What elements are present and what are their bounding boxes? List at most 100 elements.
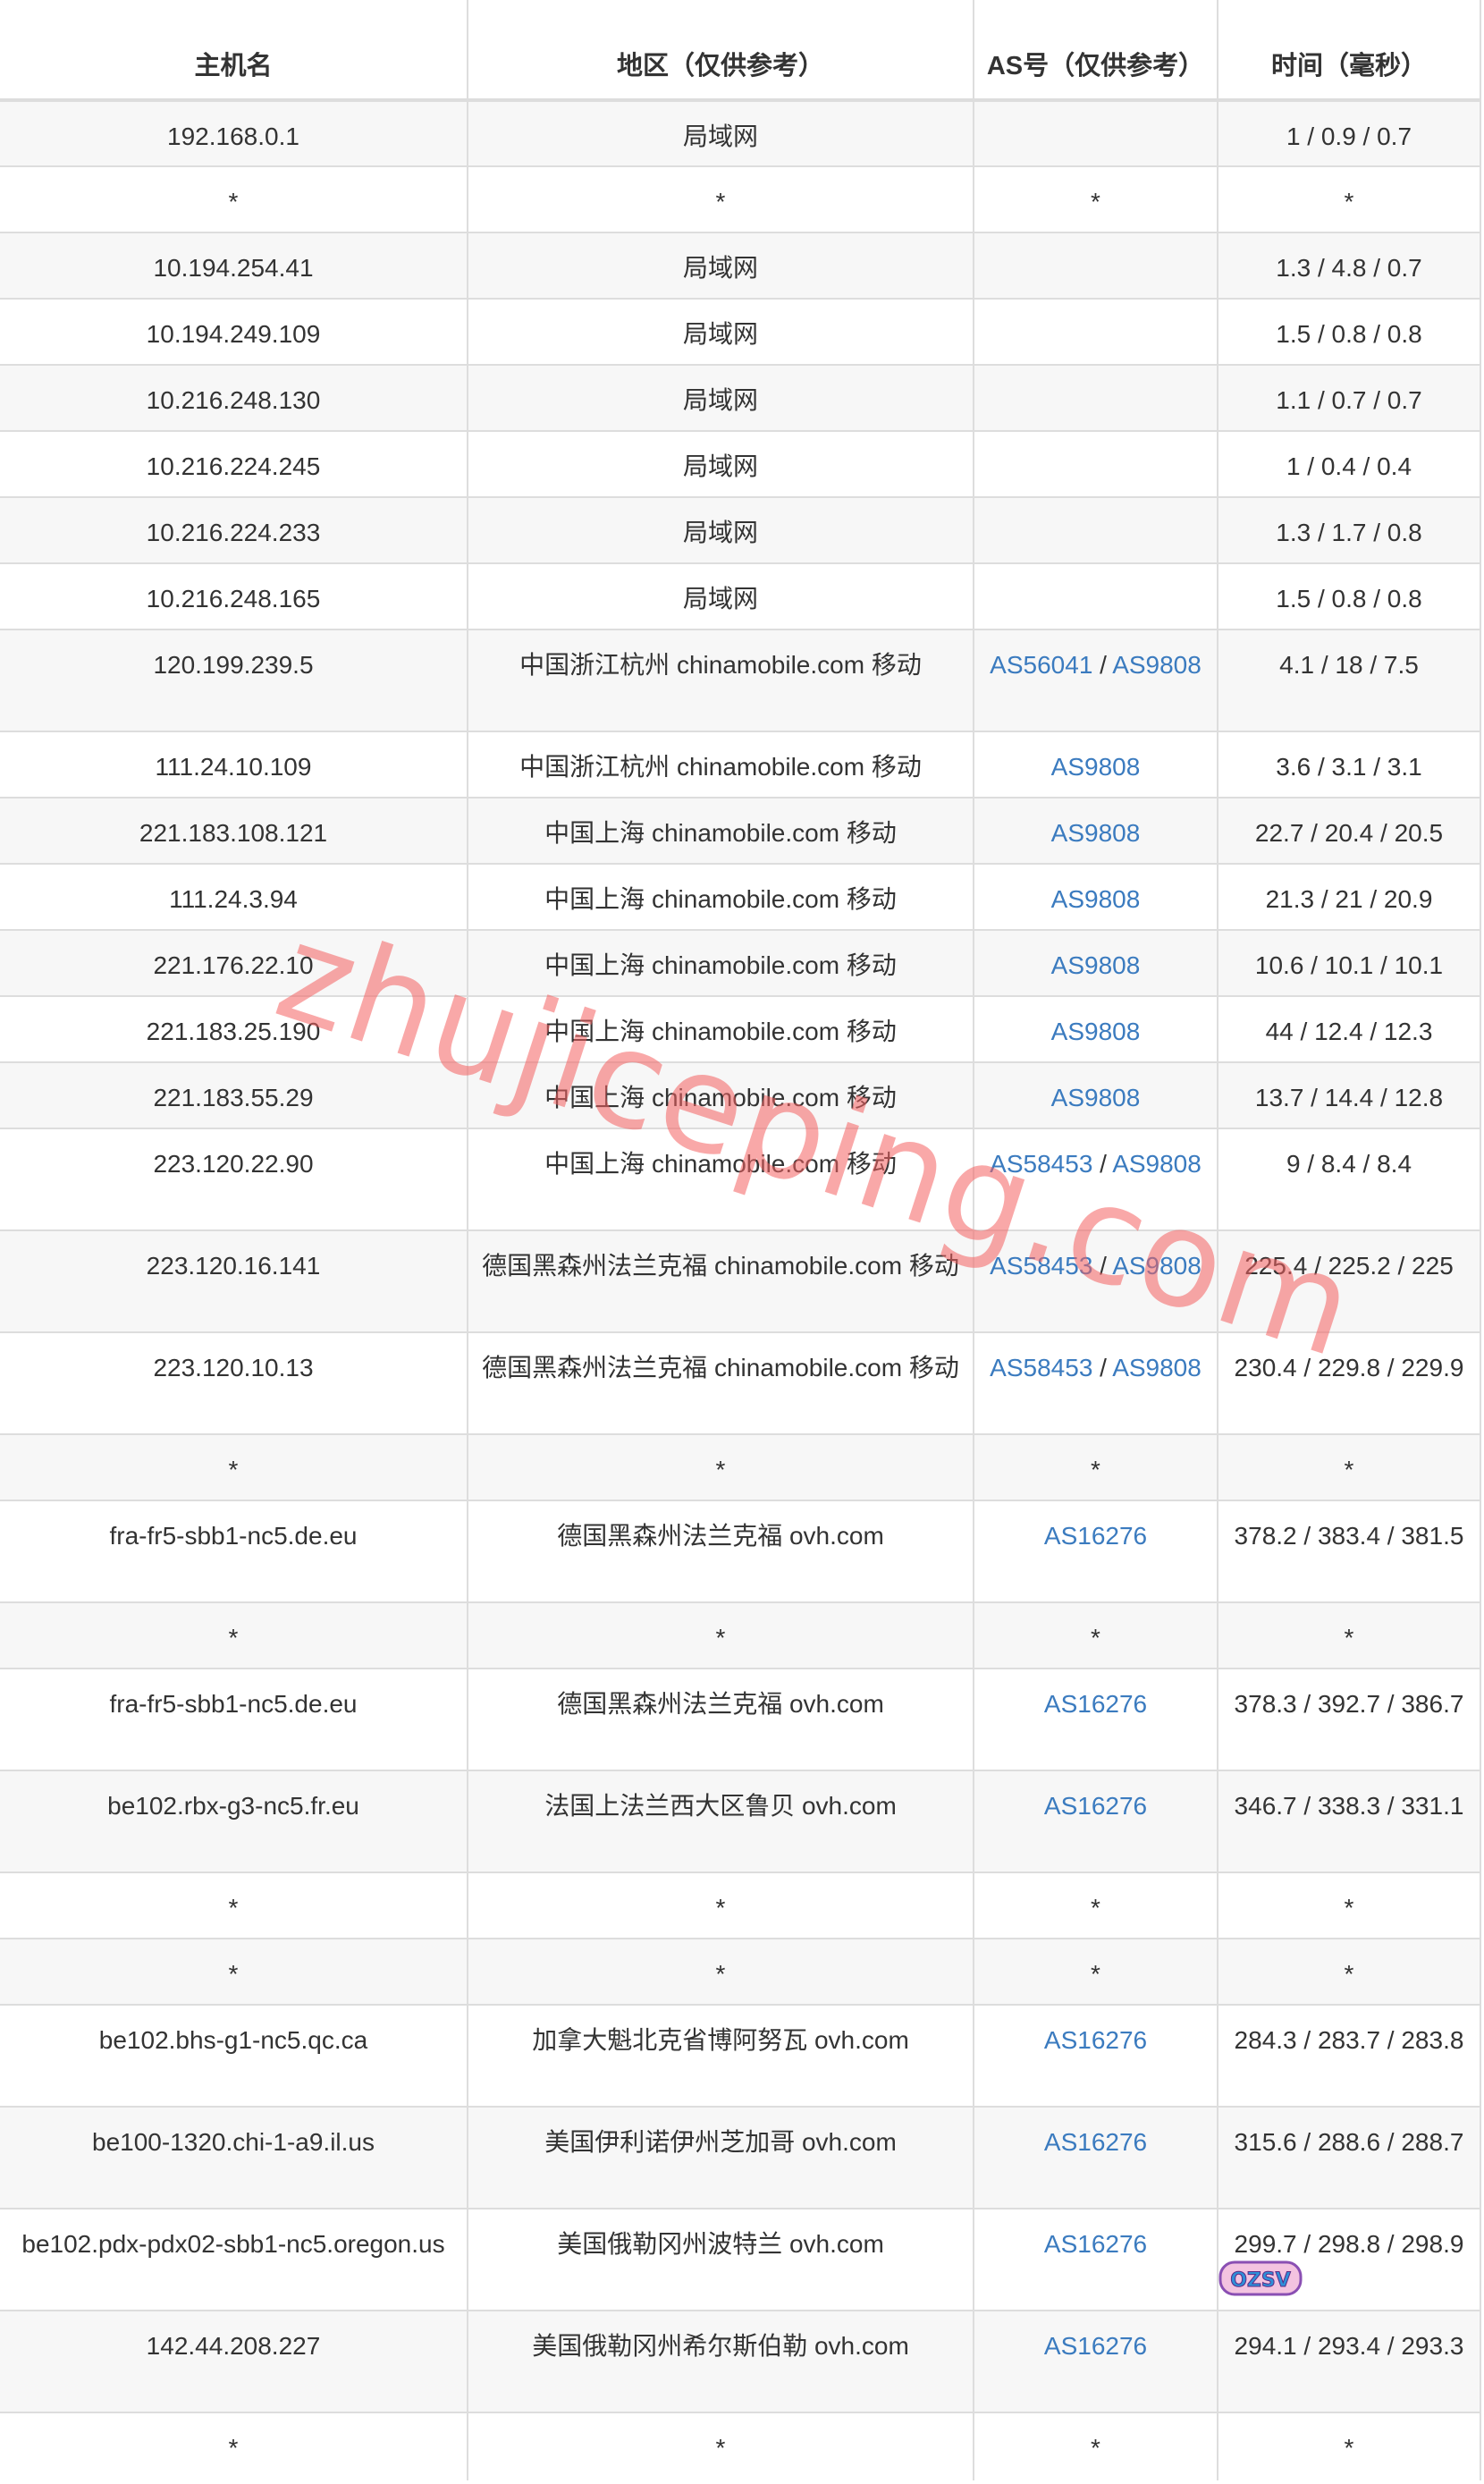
- cell-as-number: AS9808: [974, 995, 1218, 1062]
- cell-as-number: [974, 232, 1218, 299]
- cell-time: 9 / 8.4 / 8.4: [1218, 1128, 1481, 1230]
- table-row: 10.216.248.130 局域网 1.1 / 0.7 / 0.7: [0, 364, 1481, 431]
- cell-hostname: 221.183.55.29: [0, 1061, 468, 1128]
- cell-region: 美国伊利诺伊州芝加哥 ovh.com: [468, 2106, 974, 2209]
- cell-time: *: [1218, 165, 1481, 232]
- cell-as-number: [974, 562, 1218, 629]
- cell-hostname: 111.24.3.94: [0, 863, 468, 930]
- as-number-link[interactable]: AS58453: [990, 1252, 1092, 1280]
- table-body: 192.168.0.1 局域网 1 / 0.9 / 0.7 * * * * 10.194.25…: [0, 99, 1481, 2480]
- cell-as-number: AS58453 / AS9808: [974, 1128, 1218, 1230]
- cell-region: 法国上法兰西大区鲁贝 ovh.com: [468, 1770, 974, 1872]
- cell-hostname: be102.rbx-g3-nc5.fr.eu: [0, 1770, 468, 1872]
- table-row: 10.194.249.109 局域网 1.5 / 0.8 / 0.8: [0, 298, 1481, 365]
- as-number-link[interactable]: AS16276: [1044, 1690, 1147, 1718]
- cell-hostname: 10.216.248.165: [0, 562, 468, 629]
- cell-as-number: *: [974, 1938, 1218, 2005]
- as-number-link[interactable]: AS9808: [1112, 1252, 1202, 1280]
- cell-time: 315.6 / 288.6 / 288.7: [1218, 2106, 1481, 2209]
- as-separator: /: [1092, 651, 1113, 679]
- table-row: be100-1320.chi-1-a9.il.us 美国伊利诺伊州芝加哥 ovh.…: [0, 2106, 1481, 2209]
- as-placeholder: *: [1091, 1624, 1100, 1652]
- as-placeholder: *: [1091, 1456, 1100, 1483]
- as-number-link[interactable]: AS58453: [990, 1354, 1092, 1381]
- cell-time: 294.1 / 293.4 / 293.3: [1218, 2310, 1481, 2412]
- header-as-number[interactable]: AS号（仅供参考）: [974, 0, 1218, 102]
- as-number-link[interactable]: AS9808: [1051, 951, 1141, 979]
- cell-hostname: *: [0, 1871, 468, 1939]
- as-number-link[interactable]: AS9808: [1112, 1354, 1202, 1381]
- cell-as-number: *: [974, 1433, 1218, 1500]
- cell-hostname: be102.bhs-g1-nc5.qc.ca: [0, 2004, 468, 2107]
- cell-hostname: 221.176.22.10: [0, 929, 468, 996]
- cell-as-number: [974, 430, 1218, 497]
- cell-time: 13.7 / 14.4 / 12.8: [1218, 1061, 1481, 1128]
- cell-time: 4.1 / 18 / 7.5: [1218, 629, 1481, 731]
- table-row: * * * *: [0, 1433, 1481, 1500]
- cell-region: 中国上海 chinamobile.com 移动: [468, 797, 974, 864]
- table-row: 221.183.108.121 中国上海 chinamobile.com 移动 AS…: [0, 797, 1481, 864]
- as-number-link[interactable]: AS9808: [1112, 1150, 1202, 1178]
- as-number-link[interactable]: AS16276: [1044, 2128, 1147, 2156]
- cell-as-number: [974, 99, 1218, 166]
- as-number-link[interactable]: AS16276: [1044, 2230, 1147, 2258]
- cell-as-number: [974, 364, 1218, 431]
- cell-region: 中国浙江杭州 chinamobile.com 移动: [468, 731, 974, 798]
- as-number-link[interactable]: AS9808: [1051, 1018, 1141, 1045]
- table-row: fra-fr5-sbb1-nc5.de.eu 德国黑森州法兰克福 ovh.com A…: [0, 1500, 1481, 1602]
- header-time[interactable]: 时间（毫秒）: [1218, 0, 1481, 102]
- cell-time: 44 / 12.4 / 12.3: [1218, 995, 1481, 1062]
- cell-time: 378.3 / 392.7 / 386.7: [1218, 1668, 1481, 1770]
- as-number-link[interactable]: AS16276: [1044, 2026, 1147, 2054]
- table-row: 221.183.25.190 中国上海 chinamobile.com 移动 AS9…: [0, 995, 1481, 1062]
- cell-region: 局域网: [468, 364, 974, 431]
- cell-time: 3.6 / 3.1 / 3.1: [1218, 731, 1481, 798]
- cell-time: 1.5 / 0.8 / 0.8: [1218, 298, 1481, 365]
- cell-region: 局域网: [468, 99, 974, 166]
- cell-as-number: AS16276: [974, 1500, 1218, 1602]
- cell-hostname: be102.pdx-pdx02-sbb1-nc5.oregon.us: [0, 2208, 468, 2311]
- as-number-link[interactable]: AS9808: [1051, 819, 1141, 847]
- as-placeholder: *: [1091, 1960, 1100, 1988]
- cell-region: *: [468, 2412, 974, 2480]
- as-number-link[interactable]: AS58453: [990, 1150, 1092, 1178]
- cell-hostname: 10.194.254.41: [0, 232, 468, 299]
- as-number-link[interactable]: AS16276: [1044, 1792, 1147, 1820]
- as-placeholder: *: [1091, 188, 1100, 215]
- cell-hostname: 142.44.208.227: [0, 2310, 468, 2412]
- as-number-link[interactable]: AS9808: [1112, 651, 1202, 679]
- cell-time: 1 / 0.4 / 0.4: [1218, 430, 1481, 497]
- cell-region: 美国俄勒冈州希尔斯伯勒 ovh.com: [468, 2310, 974, 2412]
- cell-region: 局域网: [468, 298, 974, 365]
- cell-as-number: AS9808: [974, 863, 1218, 930]
- cell-region: 中国上海 chinamobile.com 移动: [468, 1128, 974, 1230]
- cell-time: 1.1 / 0.7 / 0.7: [1218, 364, 1481, 431]
- table-row: 111.24.3.94 中国上海 chinamobile.com 移动 AS9808…: [0, 863, 1481, 930]
- table-row: * * * *: [0, 2412, 1481, 2480]
- cell-as-number: AS16276: [974, 2208, 1218, 2311]
- table-row: 142.44.208.227 美国俄勒冈州希尔斯伯勒 ovh.com AS16276…: [0, 2310, 1481, 2412]
- as-number-link[interactable]: AS56041: [990, 651, 1092, 679]
- cell-region: 中国上海 chinamobile.com 移动: [468, 929, 974, 996]
- as-number-link[interactable]: AS9808: [1051, 885, 1141, 913]
- as-separator: /: [1092, 1150, 1113, 1178]
- cell-time: 346.7 / 338.3 / 331.1: [1218, 1770, 1481, 1872]
- cell-as-number: AS16276: [974, 1770, 1218, 1872]
- as-number-link[interactable]: AS9808: [1051, 753, 1141, 781]
- as-number-link[interactable]: AS9808: [1051, 1084, 1141, 1111]
- header-hostname[interactable]: 主机名: [0, 0, 468, 102]
- header-region[interactable]: 地区（仅供参考）: [468, 0, 974, 102]
- cell-time: *: [1218, 1433, 1481, 1500]
- table-row: 223.120.10.13 德国黑森州法兰克福 chinamobile.com 移…: [0, 1331, 1481, 1434]
- cell-hostname: be100-1320.chi-1-a9.il.us: [0, 2106, 468, 2209]
- as-number-link[interactable]: AS16276: [1044, 1522, 1147, 1550]
- cell-as-number: AS58453 / AS9808: [974, 1331, 1218, 1434]
- cell-hostname: fra-fr5-sbb1-nc5.de.eu: [0, 1668, 468, 1770]
- table-row: * * * *: [0, 1938, 1481, 2005]
- cell-as-number: *: [974, 165, 1218, 232]
- as-number-link[interactable]: AS16276: [1044, 2332, 1147, 2360]
- cell-time: 21.3 / 21 / 20.9: [1218, 863, 1481, 930]
- cell-hostname: 120.199.239.5: [0, 629, 468, 731]
- table-row: * * * *: [0, 1601, 1481, 1669]
- cell-region: 局域网: [468, 562, 974, 629]
